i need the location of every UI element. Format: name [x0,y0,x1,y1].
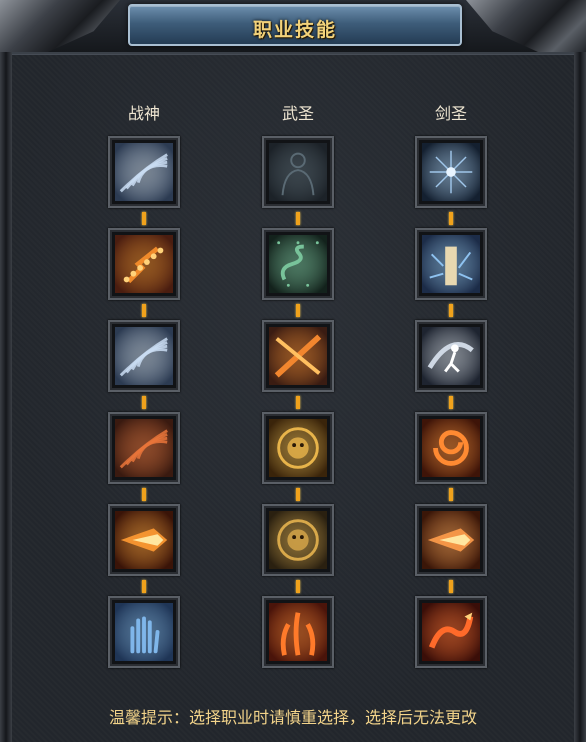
blue-claw-slash-icon [115,143,173,201]
skill-slot[interactable] [262,228,334,300]
frame-border-right [574,52,586,742]
frame-border-left [0,52,12,742]
skill-slot[interactable] [262,412,334,484]
skill-slot[interactable] [415,228,487,300]
class-column: 剑圣 [411,0,491,700]
skill-connector [449,212,453,225]
blue-palm-icon [115,603,173,661]
skill-slot[interactable] [262,596,334,668]
fire-pillars-icon [269,603,327,661]
fire-pillars-icon [269,603,327,661]
class-name[interactable]: 剑圣 [411,100,491,124]
fire-cross-slash-icon [269,327,327,385]
fire-dragon-icon [422,603,480,661]
skill-slot[interactable] [415,412,487,484]
skill-slot[interactable] [262,136,334,208]
skill-slot[interactable] [262,504,334,576]
skill-slot[interactable] [108,136,180,208]
skill-connector [449,580,453,593]
warning-tip: 温馨提示：选择职业时请慎重选择，选择后无法更改 [108,708,477,727]
skill-connector [142,304,146,317]
skill-slot[interactable] [415,136,487,208]
class-column: 武圣 [258,0,338,700]
skill-connector [296,488,300,501]
skill-slot[interactable] [108,228,180,300]
silhouette-figure-icon [269,143,327,201]
fire-arrow-burst-icon [422,511,480,569]
skill-connector [142,396,146,409]
flame-dash-icon [115,511,173,569]
class-name[interactable]: 战神 [104,100,184,124]
fire-sparks-icon [115,235,173,293]
fire-sparks-icon [115,235,173,293]
class-name[interactable]: 武圣 [258,100,338,124]
green-serpent-icon [269,235,327,293]
career-skills-panel: 职业技能 战神 武圣 剑圣 温馨提示：选择职业时请慎重选择，选择后无法更改 [0,0,586,742]
skill-connector [142,212,146,225]
fire-dragon-icon [422,603,480,661]
blue-claw-slash-icon [115,143,173,201]
skill-slot[interactable] [415,320,487,392]
skill-connector [296,212,300,225]
green-serpent-icon [269,235,327,293]
wind-runner-icon [422,327,480,385]
ice-star-burst-icon [422,143,480,201]
blue-palm-icon [115,603,173,661]
fire-swirl-icon [422,419,480,477]
ice-star-burst-icon [422,143,480,201]
fire-claw-strike-icon [115,419,173,477]
golden-lion-emblem-icon [269,419,327,477]
skill-slot[interactable] [262,320,334,392]
blue-claw-slash-icon [115,327,173,385]
skill-connector [142,580,146,593]
class-column: 战神 [104,0,184,700]
skill-slot[interactable] [415,596,487,668]
roaring-lion-head-icon [269,511,327,569]
skill-slot[interactable] [415,504,487,576]
fire-arrow-burst-icon [422,511,480,569]
fire-cross-slash-icon [269,327,327,385]
skill-slot[interactable] [108,320,180,392]
skill-connector [296,396,300,409]
roaring-lion-head-icon [269,511,327,569]
lightning-tower-icon [422,235,480,293]
skill-slot[interactable] [108,504,180,576]
lightning-tower-icon [422,235,480,293]
skill-slot[interactable] [108,412,180,484]
skill-connector [449,488,453,501]
skill-connector [449,304,453,317]
skill-connector [296,304,300,317]
golden-lion-emblem-icon [269,419,327,477]
flame-dash-icon [115,511,173,569]
skill-connector [449,396,453,409]
skill-connector [142,488,146,501]
ornament-left [0,0,120,52]
silhouette-figure-icon [269,143,327,201]
fire-claw-strike-icon [115,419,173,477]
wind-runner-icon [422,327,480,385]
blue-claw-slash-icon [115,327,173,385]
fire-swirl-icon [422,419,480,477]
skill-connector [296,580,300,593]
skill-slot[interactable] [108,596,180,668]
